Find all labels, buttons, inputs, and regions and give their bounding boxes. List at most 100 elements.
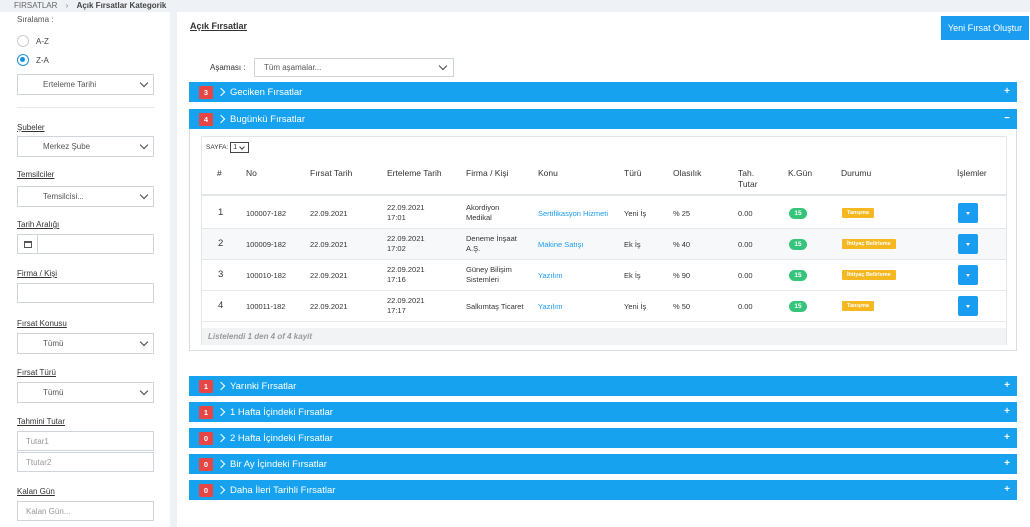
group-tomorrow[interactable]: 1 Yarınki Fırsatlar + xyxy=(189,376,1017,396)
chevron-right-icon xyxy=(216,381,226,391)
row-topic-link[interactable]: Yazılım xyxy=(538,302,562,312)
radio-za-icon[interactable] xyxy=(17,54,29,66)
group-label: Geciken Fırsatlar xyxy=(230,86,303,98)
row-probability: % 25 xyxy=(673,209,691,218)
group-later[interactable]: 0 Daha İleri Tarihli Fırsatlar + xyxy=(189,480,1017,500)
row-index: 1 xyxy=(218,207,224,218)
table-row[interactable]: 3 100010-182 22.09.2021 22.09.2021 17:16… xyxy=(202,260,1006,291)
remaining-input[interactable]: Kalan Gün... xyxy=(17,501,154,521)
chevron-down-icon xyxy=(139,337,149,347)
breadcrumb-separator: › xyxy=(65,1,69,10)
amount2-input[interactable]: Ttutar2 xyxy=(17,452,154,472)
expand-icon[interactable]: + xyxy=(1004,380,1010,391)
row-firm: Akordiyon Medikal xyxy=(466,203,500,222)
remaining-days-badge: 15 xyxy=(789,270,807,281)
collapse-icon[interactable]: − xyxy=(1004,113,1010,124)
group-one-week[interactable]: 1 1 Hafta İçindeki Fırsatlar + xyxy=(189,402,1017,422)
row-probability: % 90 xyxy=(673,271,691,280)
row-defer-date: 22.09.2021 17:01 xyxy=(387,203,425,222)
row-date: 22.09.2021 xyxy=(310,240,348,249)
sort-radio-az[interactable]: A-Z xyxy=(17,35,49,47)
group-two-weeks[interactable]: 0 2 Hafta İçindeki Fırsatlar + xyxy=(189,428,1017,448)
chevron-right-icon xyxy=(216,485,226,495)
group-count-badge: 4 xyxy=(199,112,213,126)
row-topic-link[interactable]: Yazılım xyxy=(538,271,562,281)
group-one-month[interactable]: 0 Bir Ay İçindeki Fırsatlar + xyxy=(189,454,1017,474)
remaining-days-badge: 15 xyxy=(789,301,807,312)
chevron-right-icon xyxy=(216,433,226,443)
row-actions-button[interactable] xyxy=(958,203,978,223)
group-label: 2 Hafta İçindeki Fırsatlar xyxy=(230,432,333,444)
table-row[interactable]: 4 100011-182 22.09.2021 22.09.2021 17:17… xyxy=(202,291,1006,322)
row-actions-button[interactable] xyxy=(958,296,978,316)
chevron-down-icon xyxy=(239,143,246,150)
expand-icon[interactable]: + xyxy=(1004,86,1010,97)
row-type: Yeni İş xyxy=(624,302,647,311)
remaining-days-badge: 15 xyxy=(789,208,807,219)
firm-input[interactable] xyxy=(17,283,154,303)
calendar-icon[interactable] xyxy=(18,235,38,253)
table-row[interactable]: 2 100009-182 22.09.2021 22.09.2021 17:02… xyxy=(202,229,1006,260)
type-label: Fırsat Türü xyxy=(17,368,56,377)
table-footer: Listelendi 1 den 4 of 4 kayit xyxy=(202,328,1006,345)
chevron-down-icon xyxy=(438,61,448,71)
page-select[interactable]: 1 xyxy=(230,142,250,153)
group-count-badge: 1 xyxy=(199,379,213,393)
caret-down-icon xyxy=(966,242,970,246)
topic-select[interactable]: Tümü xyxy=(17,333,154,354)
row-topic-link[interactable]: Makine Satışı xyxy=(538,240,583,250)
row-defer-date: 22.09.2021 17:16 xyxy=(387,265,425,284)
caret-down-icon xyxy=(966,211,970,215)
sort-field-select[interactable]: Erteleme Tarihi xyxy=(17,74,154,95)
status-badge: İhtiyaç Belirleme xyxy=(842,239,896,249)
column-header: Konu xyxy=(538,168,558,178)
breadcrumb: FIRSATLAR › Açık Fırsatlar Kategorik xyxy=(0,0,1030,12)
column-header: K.Gün xyxy=(788,168,813,178)
stage-value: Tüm aşamalar... xyxy=(264,63,322,72)
chevron-down-icon xyxy=(139,190,149,200)
new-opportunity-button[interactable]: Yeni Fırsat Oluştur xyxy=(941,16,1029,40)
group-today[interactable]: 4 Bugünkü Fırsatlar − xyxy=(189,109,1017,129)
status-badge: Tanışma xyxy=(842,208,874,218)
group-count-badge: 1 xyxy=(199,405,213,419)
chevron-down-icon xyxy=(139,78,149,88)
radio-az-icon[interactable] xyxy=(17,35,29,47)
breadcrumb-current: Açık Fırsatlar Kategorik xyxy=(76,1,167,10)
column-header: Fırsat Tarih xyxy=(310,168,353,178)
status-badge: İhtiyaç Belirleme xyxy=(842,270,896,280)
row-date: 22.09.2021 xyxy=(310,209,348,218)
stage-select[interactable]: Tüm aşamalar... xyxy=(254,58,454,77)
filter-sidebar: Sıralama : A-Z Z-A Erteleme Tarihi Şubel… xyxy=(0,12,170,527)
caret-down-icon xyxy=(966,304,970,308)
row-probability: % 50 xyxy=(673,302,691,311)
column-header: Olasılık xyxy=(673,168,702,178)
expand-icon[interactable]: + xyxy=(1004,484,1010,495)
expand-icon[interactable]: + xyxy=(1004,406,1010,417)
row-defer-date: 22.09.2021 17:17 xyxy=(387,296,425,315)
column-header: Firma / Kişi xyxy=(466,168,509,178)
sort-option-az: A-Z xyxy=(36,36,49,46)
page-selector: SAYFA: 1 xyxy=(206,142,250,153)
row-no: 100009-182 xyxy=(246,240,287,249)
column-header: No xyxy=(246,168,257,178)
group-count-badge: 0 xyxy=(199,457,213,471)
row-actions-button[interactable] xyxy=(958,265,978,285)
remaining-days-badge: 15 xyxy=(789,239,807,250)
row-topic-link[interactable]: Sertifikasyon Hizmeti xyxy=(538,209,608,219)
branches-select[interactable]: Merkez Şube xyxy=(17,136,154,157)
column-header: Erteleme Tarih xyxy=(387,168,442,178)
amount1-input[interactable]: Tutar1 xyxy=(17,431,154,451)
row-actions-button[interactable] xyxy=(958,234,978,254)
type-value: Tümü xyxy=(43,388,64,397)
expand-icon[interactable]: + xyxy=(1004,458,1010,469)
table-row[interactable]: 1 100007-182 22.09.2021 22.09.2021 17:01… xyxy=(202,198,1006,229)
row-amount: 0.00 xyxy=(738,209,753,218)
sort-radio-za[interactable]: Z-A xyxy=(17,54,49,66)
reps-select[interactable]: Temsilcisi... xyxy=(17,186,154,207)
type-select[interactable]: Tümü xyxy=(17,382,154,403)
breadcrumb-root[interactable]: FIRSATLAR xyxy=(14,1,57,10)
group-overdue[interactable]: 3 Geciken Fırsatlar + xyxy=(189,82,1017,102)
today-panel: SAYFA: 1 # No Fırsat Tarih Erteleme Tari… xyxy=(189,129,1017,351)
expand-icon[interactable]: + xyxy=(1004,432,1010,443)
date-range-input[interactable] xyxy=(17,234,154,254)
